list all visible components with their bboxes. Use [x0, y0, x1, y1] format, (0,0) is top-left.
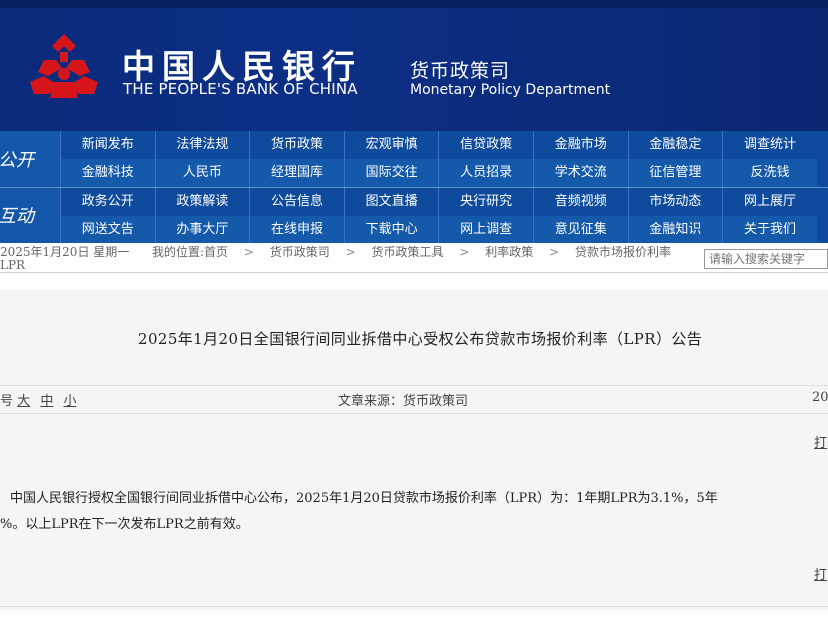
- nav-item[interactable]: 经理国库: [249, 159, 344, 187]
- nav-item[interactable]: 征信管理: [627, 159, 723, 187]
- breadcrumb-item[interactable]: 利率政策: [485, 245, 533, 259]
- nav-section-interact-label: 互动: [0, 206, 34, 227]
- nav-item[interactable]: 人员招录: [438, 159, 533, 187]
- nav-item[interactable]: 政务公开: [60, 188, 155, 216]
- meta-divider: [0, 413, 828, 414]
- nav-item[interactable]: 宏观审慎: [343, 131, 439, 159]
- nav-item[interactable]: 公告信息: [249, 188, 344, 216]
- nav-item[interactable]: 政策解读: [154, 188, 250, 216]
- nav-row-2: 金融科技 人民币 经理国库 国际交往 人员招录 学术交流 征信管理 反洗钱: [60, 159, 817, 187]
- nav-item[interactable]: 意见征集: [532, 216, 628, 244]
- article-paragraph: 中国人民银行授权全国银行间同业拆借中心公布，2025年1月20日贷款市场报价利率…: [10, 491, 718, 506]
- nav-item[interactable]: 央行研究: [438, 188, 533, 216]
- nav-item[interactable]: 在线申报: [249, 216, 344, 244]
- meta-divider: [0, 385, 828, 386]
- nav-item[interactable]: 办事大厅: [154, 216, 250, 244]
- dept-name-en: Monetary Policy Department: [410, 82, 611, 98]
- nav-row-4: 网送文告 办事大厅 在线申报 下载中心 网上调查 意见征集 金融知识 关于我们: [60, 216, 817, 244]
- nav-item[interactable]: 金融市场: [532, 131, 628, 159]
- nav-item[interactable]: 关于我们: [722, 216, 817, 244]
- breadcrumb-item[interactable]: 货币政策司: [270, 245, 330, 259]
- font-size-controls: 号 大 中 小: [0, 390, 82, 409]
- nav-item[interactable]: 下载中心: [343, 216, 439, 244]
- nav-item[interactable]: 学术交流: [532, 159, 628, 187]
- font-large-button[interactable]: 大: [17, 394, 30, 409]
- article-date: 20: [812, 390, 828, 405]
- nav-item[interactable]: 信贷政策: [438, 131, 533, 159]
- bank-name-en: THE PEOPLE'S BANK OF CHINA: [123, 80, 358, 98]
- font-size-label: 号: [0, 394, 14, 409]
- pboc-logo-icon[interactable]: [24, 32, 104, 104]
- nav-item[interactable]: 音频视频: [532, 188, 628, 216]
- article-body: 中国人民银行授权全国银行间同业拆借中心公布，2025年1月20日贷款市场报价利率…: [0, 486, 828, 538]
- nav-item[interactable]: 人民币: [154, 159, 250, 187]
- breadcrumb-item[interactable]: 贷款市场报价利率: [575, 245, 671, 259]
- nav-item[interactable]: 反洗钱: [722, 159, 817, 187]
- nav-section-public: 公开: [0, 131, 60, 187]
- nav-item[interactable]: 网送文告: [60, 216, 155, 244]
- breadcrumb: 我的位置:首页 > 货币政策司 > 货币政策工具 > 利率政策 > 贷款市场报价…: [152, 243, 671, 260]
- font-medium-button[interactable]: 中: [40, 394, 53, 409]
- article-paragraph-cont: %。以上LPR在下一次发布LPR之前有效。: [0, 517, 249, 532]
- nav-item[interactable]: 网上调查: [438, 216, 533, 244]
- nav-item[interactable]: 网上展厅: [722, 188, 817, 216]
- breadcrumb-separator: >: [243, 245, 254, 259]
- nav-item[interactable]: 金融稳定: [627, 131, 723, 159]
- nav-item[interactable]: 货币政策: [249, 131, 344, 159]
- nav-item[interactable]: 图文直播: [343, 188, 439, 216]
- article-source: 文章来源：货币政策司: [338, 394, 469, 409]
- nav-item[interactable]: 调查统计: [722, 131, 817, 159]
- article-container: 2025年1月20日全国银行间同业拆借中心受权公布贷款市场报价利率（LPR）公告…: [0, 290, 828, 610]
- nav-item[interactable]: 新闻发布: [60, 131, 155, 159]
- font-small-button[interactable]: 小: [63, 394, 76, 409]
- breadcrumb-location[interactable]: 我的位置:首页: [152, 245, 228, 259]
- header-top-stripe: [0, 0, 828, 8]
- nav-item[interactable]: 法律法规: [154, 131, 250, 159]
- breadcrumb-separator: >: [345, 245, 356, 259]
- content-bottom-border: [0, 606, 828, 607]
- breadcrumb-separator: >: [459, 245, 470, 259]
- nav-section-interact: 互动: [0, 187, 60, 243]
- print-button-bottom[interactable]: 打: [814, 564, 827, 583]
- nav-row-3: 政务公开 政策解读 公告信息 图文直播 央行研究 音频视频 市场动态 网上展厅: [60, 188, 817, 216]
- nav-row-1: 新闻发布 法律法规 货币政策 宏观审慎 信贷政策 金融市场 金融稳定 调查统计: [60, 131, 817, 159]
- breadcrumb-separator: >: [549, 245, 560, 259]
- nav-item[interactable]: 金融科技: [60, 159, 155, 187]
- dept-name-cn: 货币政策司: [410, 60, 511, 82]
- article-title: 2025年1月20日全国银行间同业拆借中心受权公布贷款市场报价利率（LPR）公告: [138, 330, 703, 348]
- site-header: 中国人民银行 THE PEOPLE'S BANK OF CHINA 货币政策司 …: [0, 0, 828, 131]
- print-button[interactable]: 打: [814, 432, 827, 451]
- main-nav: 公开 互动 新闻发布 法律法规 货币政策 宏观审慎 信贷政策 金融市场 金融稳定…: [0, 131, 828, 244]
- nav-item[interactable]: 国际交往: [343, 159, 439, 187]
- nav-item[interactable]: 市场动态: [627, 188, 723, 216]
- search-input[interactable]: [704, 249, 828, 269]
- breadcrumb-tail: LPR: [0, 258, 26, 272]
- breadcrumb-bar: 2025年1月20日 星期一 LPR 我的位置:首页 > 货币政策司 > 货币政…: [0, 243, 828, 273]
- nav-item[interactable]: 金融知识: [627, 216, 723, 244]
- breadcrumb-item[interactable]: 货币政策工具: [372, 245, 444, 259]
- nav-section-public-label: 公开: [0, 150, 34, 171]
